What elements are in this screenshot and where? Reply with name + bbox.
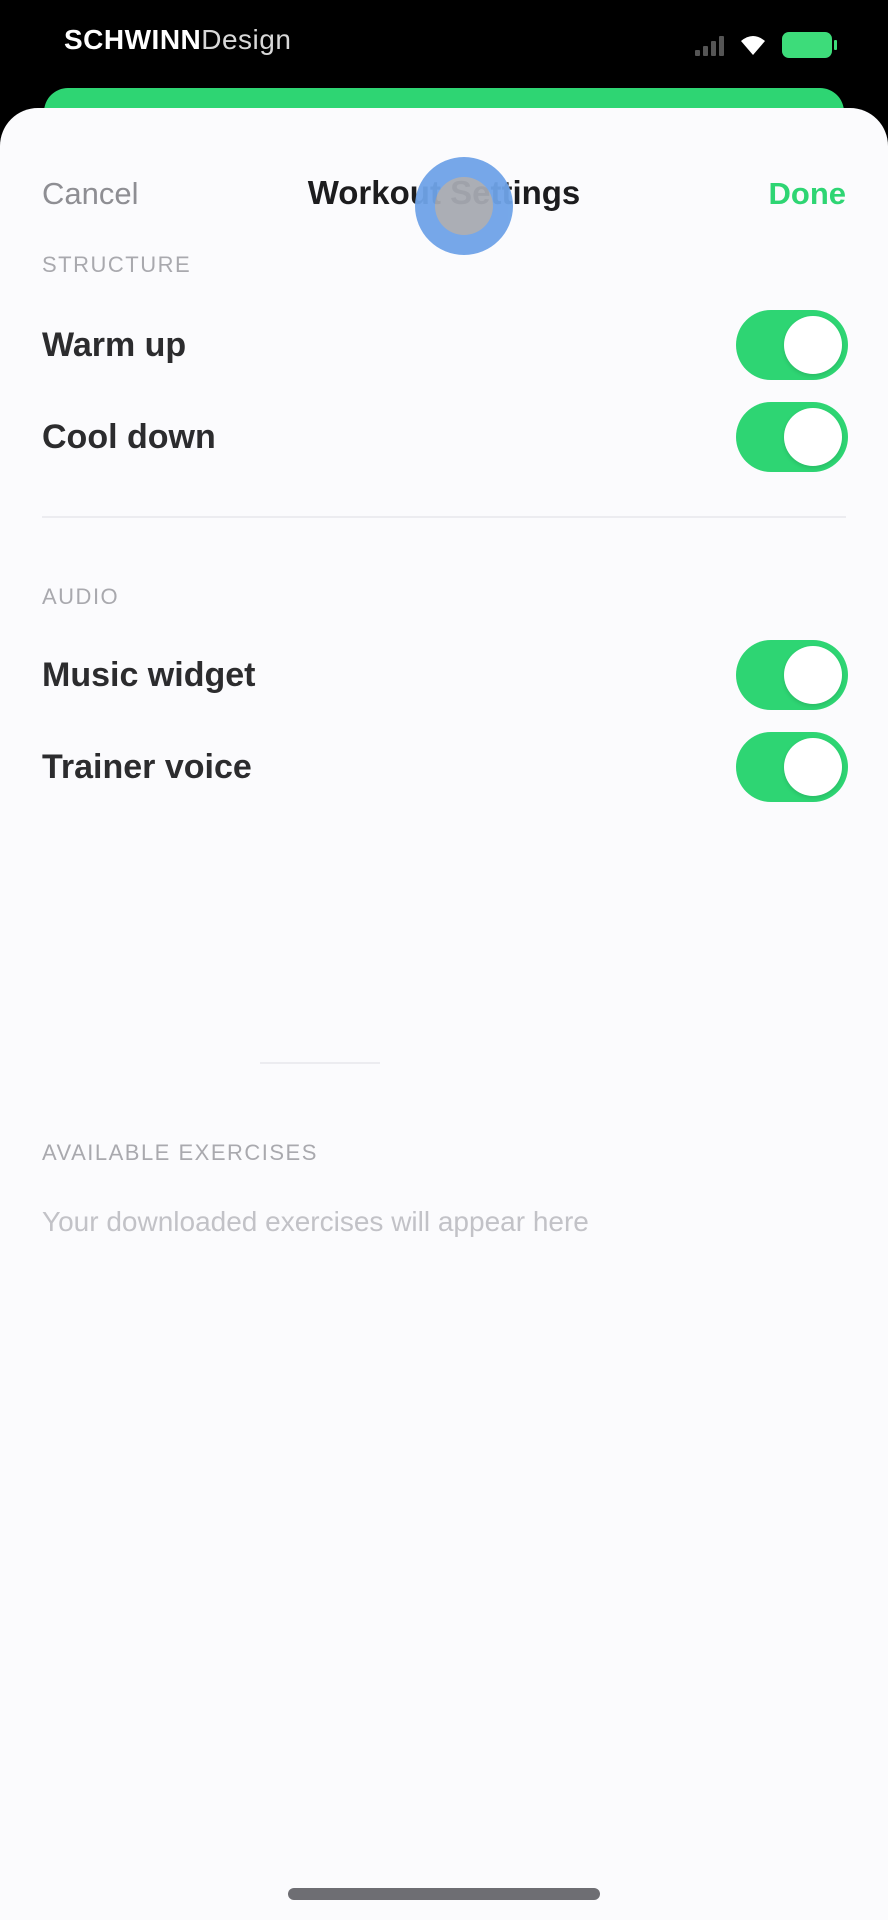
warm-up-label: Warm up: [42, 326, 187, 364]
carrier-name: SCHWINN: [64, 24, 202, 55]
cool-down-toggle[interactable]: [736, 402, 848, 472]
section-header-available-exercises: AVAILABLE EXERCISES: [42, 1140, 318, 1165]
section-header-audio: AUDIO: [42, 584, 120, 609]
exercises-empty-text: Your downloaded exercises will appear he…: [42, 1206, 589, 1237]
cool-down-label: Cool down: [42, 418, 216, 456]
trainer-voice-label: Trainer voice: [42, 748, 252, 786]
music-widget-toggle[interactable]: [736, 640, 848, 710]
section-divider-short: [260, 1062, 380, 1064]
carrier-sub: Design: [201, 24, 292, 55]
settings-sheet: Cancel Workout Settings Done STRUCTURE W…: [0, 108, 888, 1920]
status-bar: SCHWINNDesign: [0, 0, 888, 92]
toggle-knob: [784, 408, 842, 466]
home-indicator[interactable]: [288, 1888, 600, 1900]
row-warm-up: Warm up: [0, 300, 888, 390]
done-button[interactable]: Done: [769, 176, 847, 212]
music-widget-label: Music widget: [42, 656, 256, 694]
row-cool-down: Cool down: [0, 392, 888, 482]
signal-icon: [695, 34, 724, 56]
status-bar-carrier: SCHWINNDesign: [64, 24, 291, 56]
section-header-structure: STRUCTURE: [42, 252, 192, 277]
battery-icon: [782, 32, 837, 58]
touch-indicator: [415, 157, 513, 255]
toggle-knob: [784, 646, 842, 704]
status-icons: [695, 30, 837, 60]
row-trainer-voice: Trainer voice: [0, 722, 888, 812]
toggle-knob: [784, 316, 842, 374]
row-music-widget: Music widget: [0, 630, 888, 720]
wifi-icon: [741, 36, 765, 55]
toggle-knob: [784, 738, 842, 796]
section-divider: [42, 516, 846, 518]
warm-up-toggle[interactable]: [736, 310, 848, 380]
trainer-voice-toggle[interactable]: [736, 732, 848, 802]
